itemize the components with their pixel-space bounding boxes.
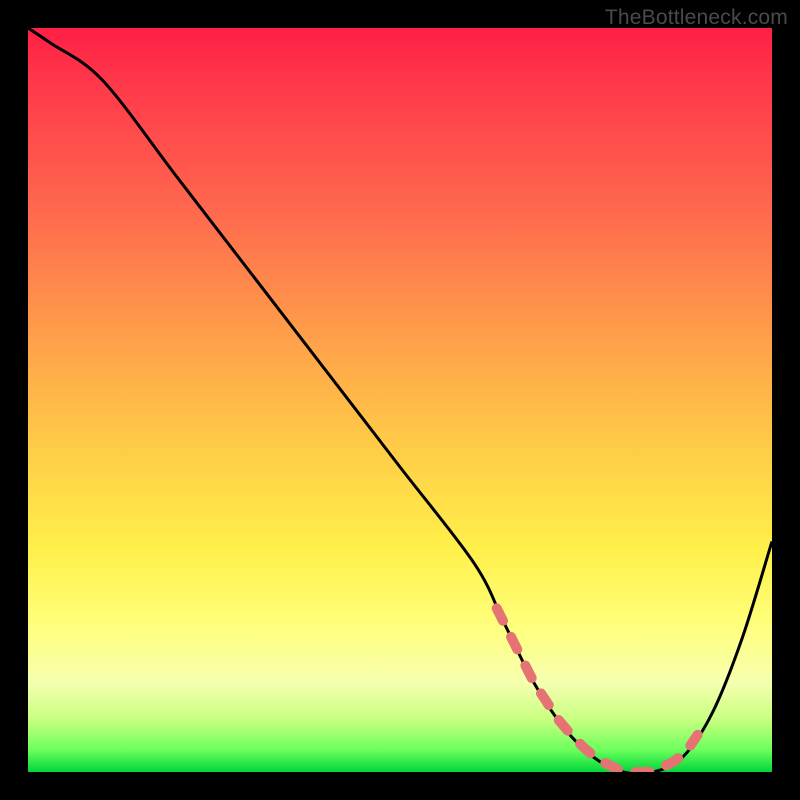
flat-band-dashes xyxy=(497,608,698,772)
chart-frame: TheBottleneck.com xyxy=(0,0,800,800)
plot-area xyxy=(28,28,772,772)
curve-layer xyxy=(28,28,772,772)
bottleneck-curve xyxy=(28,28,772,772)
watermark-text: TheBottleneck.com xyxy=(605,6,788,30)
